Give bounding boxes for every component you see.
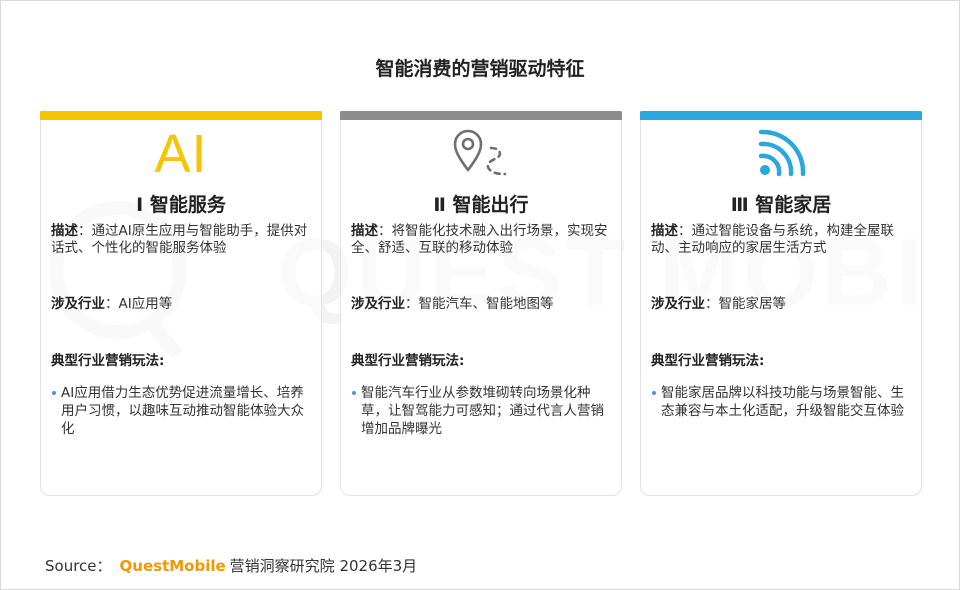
wifi-signal-icon xyxy=(641,126,921,182)
card-description: 描述：通过智能设备与系统，构建全屋联动、主动响应的家居生活方式 xyxy=(651,223,911,257)
industry-text: ：AI应用等 xyxy=(105,296,173,312)
desc-text: ：通过AI原生应用与智能助手，提供对话式、个性化的智能服务体验 xyxy=(51,223,308,256)
source-label: Source： xyxy=(45,557,112,575)
industry-text: ：智能汽车、智能地图等 xyxy=(405,296,554,312)
marketing-play-item: AI应用借力生态优势促进流量增长、培养用户习惯，以趣味互动推动智能体验大众化 xyxy=(51,384,311,438)
card-accent-bar xyxy=(40,111,322,120)
location-route-icon xyxy=(341,126,621,182)
desc-label: 描述 xyxy=(651,223,678,239)
marketing-play-title: 典型行业营销玩法: xyxy=(351,353,465,369)
bullet-dot-icon xyxy=(652,391,656,395)
card-industry: 涉及行业：智能汽车、智能地图等 xyxy=(351,292,611,312)
marketing-play-title: 典型行业营销玩法: xyxy=(651,353,765,369)
card-heading: Ⅱ 智能出行 xyxy=(433,194,529,216)
brand-name: QuestMobile xyxy=(119,557,226,575)
bullet-dot-icon xyxy=(352,391,356,395)
bullet-dot-icon xyxy=(52,391,56,395)
marketing-play-item: 智能家居品牌以科技功能与场景智能、生态兼容与本土化适配，升级智能交互体验 xyxy=(651,384,911,420)
source-line: Source： QuestMobile 营销洞察研究院 2026年3月 xyxy=(45,555,417,576)
industry-label: 涉及行业 xyxy=(651,296,705,312)
card-description: 描述：通过AI原生应用与智能助手，提供对话式、个性化的智能服务体验 xyxy=(51,223,311,257)
card-description: 描述：将智能化技术融入出行场景，实现安全、舒适、互联的移动体验 xyxy=(351,223,611,257)
ai-text-icon: AI xyxy=(41,126,321,182)
card-smart-home: Ⅲ 智能家居 描述：通过智能设备与系统，构建全屋联动、主动响应的家居生活方式 涉… xyxy=(640,111,922,496)
desc-label: 描述 xyxy=(351,223,378,239)
card-industry: 涉及行业：AI应用等 xyxy=(51,292,311,312)
card-accent-bar xyxy=(640,111,922,120)
page-title: 智能消费的营销驱动特征 xyxy=(375,58,585,80)
card-heading: Ⅲ 智能家居 xyxy=(730,194,832,216)
ai-icon-text: AI xyxy=(154,124,208,184)
marketing-play-item: 智能汽车行业从参数堆砌转向场景化种草，让智驾能力可感知；通过代言人营销增加品牌曝… xyxy=(351,384,611,438)
bullet-text: 智能汽车行业从参数堆砌转向场景化种草，让智驾能力可感知；通过代言人营销增加品牌曝… xyxy=(361,385,604,437)
signal-waves-icon xyxy=(758,129,806,177)
card-accent-bar xyxy=(340,111,622,120)
bullet-text: AI应用借力生态优势促进流量增长、培养用户习惯，以趣味互动推动智能体验大众化 xyxy=(61,385,304,437)
desc-text: ：将智能化技术融入出行场景，实现安全、舒适、互联的移动体验 xyxy=(351,223,608,256)
desc-text: ：通过智能设备与系统，构建全屋联动、主动响应的家居生活方式 xyxy=(651,223,894,256)
desc-label: 描述 xyxy=(51,223,78,239)
industry-label: 涉及行业 xyxy=(51,296,105,312)
card-smart-mobility: Ⅱ 智能出行 描述：将智能化技术融入出行场景，实现安全、舒适、互联的移动体验 涉… xyxy=(340,111,622,496)
card-industry: 涉及行业：智能家居等 xyxy=(651,292,911,312)
marketing-play-title: 典型行业营销玩法: xyxy=(51,353,165,369)
location-pin-icon xyxy=(453,129,507,176)
card-heading: Ⅰ 智能服务 xyxy=(136,194,226,216)
industry-text: ：智能家居等 xyxy=(705,296,786,312)
industry-label: 涉及行业 xyxy=(351,296,405,312)
source-text: 营销洞察研究院 2026年3月 xyxy=(229,557,418,575)
bullet-text: 智能家居品牌以科技功能与场景智能、生态兼容与本土化适配，升级智能交互体验 xyxy=(661,385,904,419)
card-smart-service: AI Ⅰ 智能服务 描述：通过AI原生应用与智能助手，提供对话式、个性化的智能服… xyxy=(40,111,322,496)
